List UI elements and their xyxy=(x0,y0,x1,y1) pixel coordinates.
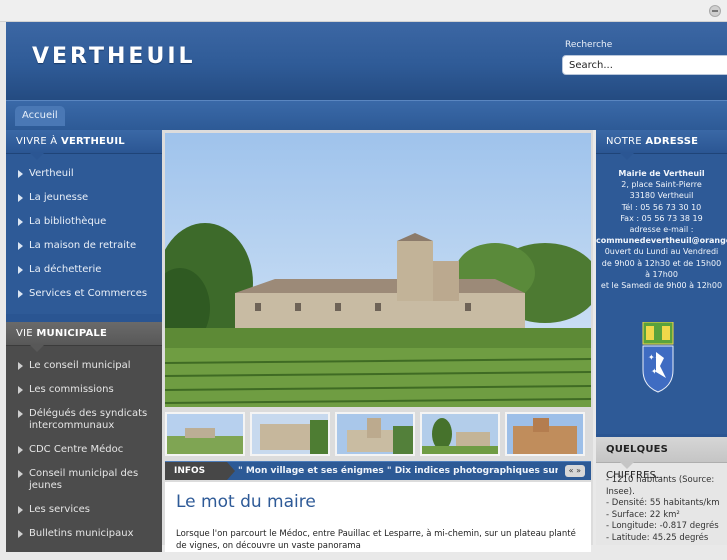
menu-item-dechetterie[interactable]: La déchetterie xyxy=(6,264,162,276)
castle-vineyard-image xyxy=(165,133,591,407)
figure-item: - Longitude: -0.817 degrés xyxy=(606,521,719,531)
ticker-label: INFOS xyxy=(165,462,235,480)
slideshow-photo[interactable] xyxy=(165,133,591,407)
opening-hours: et le Samedi de 9h00 à 12h00 xyxy=(600,281,723,291)
thumbnail-strip xyxy=(165,412,591,458)
panel-title-vivre: VIVRE À VERTHEUIL xyxy=(6,130,162,160)
menu-item-services-commerces[interactable]: Services et Commerces xyxy=(6,288,162,300)
close-circle-icon[interactable] xyxy=(709,5,721,17)
figure-item: - Densité: 55 habitants/km xyxy=(606,498,720,508)
panel-notre-adresse: NOTRE ADRESSE Mairie de Vertheuil 2, pla… xyxy=(596,130,727,434)
browser-topbar xyxy=(0,0,727,22)
search-input[interactable] xyxy=(562,55,727,75)
opening-hours: 0uvert du Lundi au Vendredi xyxy=(604,247,719,257)
article-title: Le mot du maire xyxy=(176,492,316,512)
menu-item-delegues-syndicats[interactable]: Délégués des syndicats intercommunaux xyxy=(6,408,162,432)
menu-item-services[interactable]: Les services xyxy=(6,504,162,516)
address-line: adresse e-mail : xyxy=(629,225,694,235)
menu-item-vertheuil[interactable]: Vertheuil xyxy=(6,168,162,180)
left-sidebar: VIVRE À VERTHEUIL Vertheuil La jeunesse … xyxy=(6,130,162,552)
panel-vivre-a-vertheuil: VIVRE À VERTHEUIL Vertheuil La jeunesse … xyxy=(6,130,162,314)
news-ticker: INFOS " Mon village et ses énigmes " Dix… xyxy=(165,461,591,480)
right-sidebar: NOTRE ADRESSE Mairie de Vertheuil 2, pla… xyxy=(596,130,727,545)
address-fax: Fax : 05 56 73 38 19 xyxy=(620,213,703,223)
menu-item-commissions[interactable]: Les commissions xyxy=(6,384,162,396)
figure-item: - Latitude: 45.25 degrés xyxy=(606,532,709,543)
search-label: Recherche xyxy=(565,40,613,50)
main-navbar: Accueil xyxy=(6,100,727,130)
address-line: Mairie de Vertheuil xyxy=(618,169,705,178)
menu-item-maison-retraite[interactable]: La maison de retraite xyxy=(6,240,162,252)
thumbnail-1[interactable] xyxy=(165,412,245,456)
panel-title-municipale: VIE MUNICIPALE xyxy=(6,322,162,352)
menu-item-bulletins[interactable]: Bulletins municipaux xyxy=(6,528,162,540)
opening-hours: à 17h00 xyxy=(645,269,678,279)
menu-item-conseil-jeunes[interactable]: Conseil municipal des jeunes xyxy=(6,468,162,492)
address-phone: Tél : 05 56 73 30 10 xyxy=(621,202,702,212)
panel-vie-municipale: VIE MUNICIPALE Le conseil municipal Les … xyxy=(6,322,162,552)
thumbnail-2[interactable] xyxy=(250,412,330,456)
menu-item-conseil-municipal[interactable]: Le conseil municipal xyxy=(6,360,162,372)
figure-item: - Surface: 22 km² xyxy=(606,509,680,520)
ticker-nav-buttons[interactable]: « » xyxy=(564,465,585,477)
article-text: Lorsque l'on parcourt le Médoc, entre Pa… xyxy=(176,529,576,551)
thumbnail-4[interactable] xyxy=(420,412,500,456)
thumbnail-5[interactable] xyxy=(505,412,585,456)
menu-item-jeunesse[interactable]: La jeunesse xyxy=(6,192,162,204)
ticker-link[interactable]: " Mon village et ses énigmes " Dix indic… xyxy=(238,462,558,480)
panel-title-chiffres: QUELQUES CHIFFRES... xyxy=(596,437,727,481)
site-logo[interactable]: VERTHEUIL xyxy=(32,44,196,69)
address-line: 2, place Saint-Pierre xyxy=(621,180,702,190)
main-content: INFOS " Mon village et ses énigmes " Dix… xyxy=(162,130,593,552)
coat-of-arms-icon: ✦✦ ✦ xyxy=(642,322,674,393)
nav-item-accueil[interactable]: Accueil xyxy=(15,106,65,126)
site-header: VERTHEUIL Recherche xyxy=(6,22,727,100)
article-block: Le mot du maire Lorsque l'on parcourt le… xyxy=(165,482,591,552)
address-line: 33180 Vertheuil xyxy=(629,191,694,201)
panel-quelques-chiffres: QUELQUES CHIFFRES... - 1210 habitants (S… xyxy=(596,437,727,545)
menu-item-bibliotheque[interactable]: La bibliothèque xyxy=(6,216,162,228)
panel-title-adresse: NOTRE ADRESSE xyxy=(596,130,727,160)
menu-item-cdc-centre-medoc[interactable]: CDC Centre Médoc xyxy=(6,444,162,456)
thumbnail-3[interactable] xyxy=(335,412,415,456)
address-block: Mairie de Vertheuil 2, place Saint-Pierr… xyxy=(596,154,727,291)
opening-hours: de 9h00 à 12h30 et de 15h00 xyxy=(601,258,722,268)
email-link[interactable]: communedevertheuil@orange.fr xyxy=(596,235,727,246)
